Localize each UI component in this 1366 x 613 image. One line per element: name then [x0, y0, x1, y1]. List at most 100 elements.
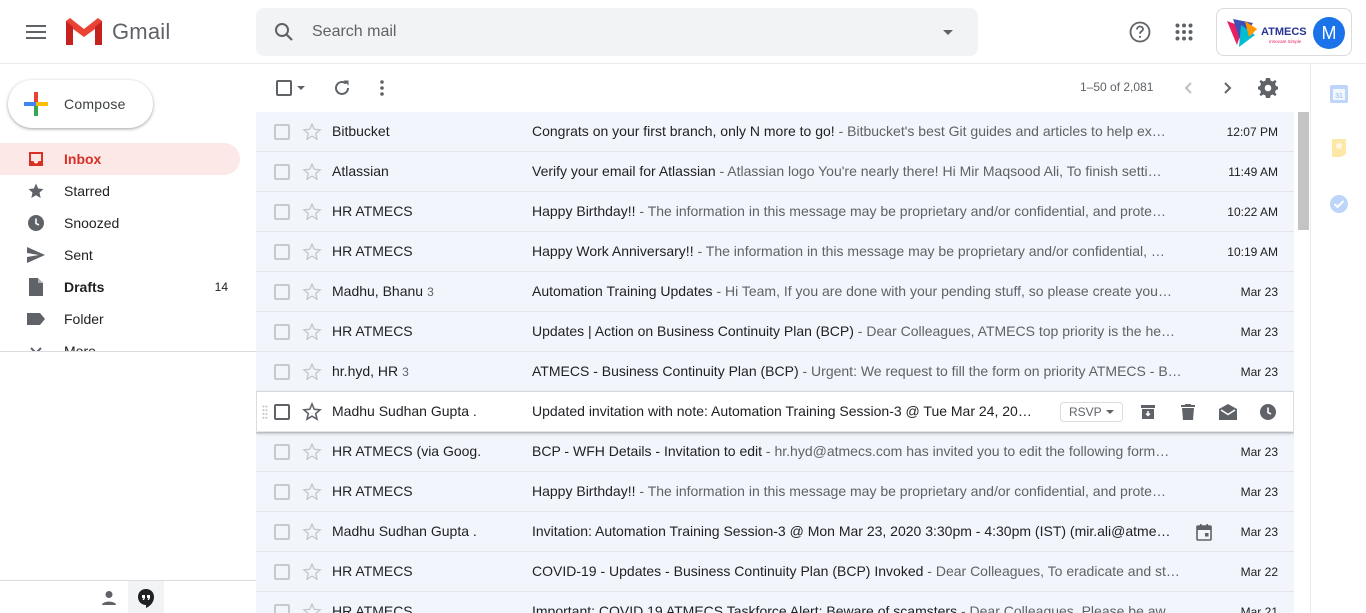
select-menu-button[interactable]: [294, 76, 308, 100]
rsvp-label: RSVP: [1069, 405, 1102, 419]
row-checkbox[interactable]: [274, 324, 290, 340]
email-date: 12:07 PM: [1226, 125, 1278, 139]
sender-name: Madhu, Bhanu 3: [332, 283, 522, 299]
email-subject: COVID-19 - Updates - Business Continuity…: [532, 563, 1183, 579]
more-vertical-icon: [380, 80, 384, 96]
table-row[interactable]: Madhu Sudhan Gupta . Updated invitation …: [256, 392, 1294, 432]
sidebar-item-inbox[interactable]: Inbox: [0, 143, 240, 175]
sidebar-item-label: More: [64, 343, 96, 351]
account-switcher[interactable]: ATMECS Innovate Simple M: [1216, 8, 1352, 56]
row-checkbox[interactable]: [274, 364, 290, 380]
archive-button[interactable]: [1138, 402, 1158, 422]
snippet-text: - Atlassian logo You're nearly there! Hi…: [715, 163, 1162, 179]
star-icon[interactable]: [302, 242, 322, 262]
more-actions-button[interactable]: [370, 76, 394, 100]
star-icon[interactable]: [302, 442, 322, 462]
row-checkbox[interactable]: [274, 524, 290, 540]
star-icon[interactable]: [302, 482, 322, 502]
row-checkbox[interactable]: [274, 564, 290, 580]
hangouts-tab[interactable]: [128, 581, 164, 613]
row-checkbox[interactable]: [274, 244, 290, 260]
main-menu-button[interactable]: [20, 16, 52, 48]
table-row[interactable]: HR ATMECS Happy Birthday!! - The informa…: [256, 192, 1294, 232]
search-input[interactable]: [312, 20, 912, 44]
sidebar-item-more[interactable]: More: [0, 335, 240, 351]
gmail-logo[interactable]: Gmail: [64, 16, 170, 48]
sidebar-divider: [0, 351, 256, 352]
sender-text: HR ATMECS: [332, 323, 413, 339]
table-row[interactable]: hr.hyd, HR 3 ATMECS - Business Continuity…: [256, 352, 1294, 392]
row-checkbox[interactable]: [274, 204, 290, 220]
sidebar-item-snoozed[interactable]: Snoozed: [0, 207, 240, 239]
email-subject: Verify your email for Atlassian - Atlass…: [532, 163, 1183, 179]
search-bar[interactable]: [256, 8, 978, 56]
sidebar-item-label: Starred: [64, 183, 110, 199]
email-date: Mar 21: [1240, 605, 1278, 613]
email-subject: Important: COVID 19 ATMECS Taskforce Ale…: [532, 603, 1183, 613]
sidebar-item-folder[interactable]: Folder: [0, 303, 240, 335]
star-icon[interactable]: [302, 562, 322, 582]
table-row[interactable]: Bitbucket Congrats on your first branch,…: [256, 112, 1294, 152]
mark-read-button[interactable]: [1218, 402, 1238, 422]
email-date: Mar 23: [1240, 445, 1278, 459]
sidebar-item-drafts[interactable]: Drafts 14: [0, 271, 240, 303]
snippet-text: - Urgent: We request to fill the form on…: [798, 363, 1182, 379]
star-icon[interactable]: [302, 602, 322, 613]
star-icon[interactable]: [302, 122, 322, 142]
table-row[interactable]: HR ATMECS Updates | Action on Business C…: [256, 312, 1294, 352]
table-row[interactable]: Madhu Sudhan Gupta . Invitation: Automat…: [256, 512, 1294, 552]
person-icon: [102, 591, 116, 605]
sidebar-item-sent[interactable]: Sent: [0, 239, 240, 271]
older-button[interactable]: [1216, 76, 1240, 100]
newer-button[interactable]: [1176, 76, 1200, 100]
table-row[interactable]: HR ATMECS Important: COVID 19 ATMECS Tas…: [256, 592, 1294, 613]
rsvp-button[interactable]: RSVP: [1060, 402, 1123, 422]
star-icon[interactable]: [302, 402, 322, 422]
keep-app-icon[interactable]: [1329, 138, 1349, 158]
drag-handle-icon[interactable]: [262, 405, 268, 419]
star-icon[interactable]: [302, 162, 322, 182]
sidebar-item-starred[interactable]: Starred: [0, 175, 240, 207]
star-icon[interactable]: [302, 522, 322, 542]
caret-down-icon: [943, 29, 953, 35]
row-checkbox[interactable]: [274, 444, 290, 460]
calendar-app-icon[interactable]: 31: [1329, 84, 1349, 104]
table-row[interactable]: HR ATMECS Happy Birthday!! - The informa…: [256, 472, 1294, 512]
row-checkbox[interactable]: [274, 604, 290, 613]
row-checkbox[interactable]: [274, 124, 290, 140]
table-row[interactable]: HR ATMECS Happy Work Anniversary!! - The…: [256, 232, 1294, 272]
table-row[interactable]: Madhu, Bhanu 3 Automation Training Update…: [256, 272, 1294, 312]
star-icon[interactable]: [302, 202, 322, 222]
table-row[interactable]: HR ATMECS COVID-19 - Updates - Business …: [256, 552, 1294, 592]
delete-button[interactable]: [1178, 402, 1198, 422]
side-panel: 31: [1310, 64, 1366, 613]
refresh-button[interactable]: [330, 76, 354, 100]
top-bar: Gmail ATMECS Innovate Simple M: [0, 0, 1366, 64]
scrollbar-thumb[interactable]: [1298, 112, 1309, 230]
compose-button[interactable]: Compose: [8, 80, 153, 128]
tasks-app-icon[interactable]: [1329, 194, 1349, 214]
apps-button[interactable]: [1168, 16, 1200, 48]
table-row[interactable]: HR ATMECS (via Goog. BCP - WFH Details -…: [256, 432, 1294, 472]
star-icon[interactable]: [302, 282, 322, 302]
email-subject: Invitation: Automation Training Session-…: [532, 523, 1182, 539]
contacts-button[interactable]: [98, 587, 120, 609]
sender-name: HR ATMECS: [332, 203, 522, 219]
settings-button[interactable]: [1256, 76, 1280, 100]
support-button[interactable]: [1124, 16, 1156, 48]
star-icon[interactable]: [302, 362, 322, 382]
star-icon[interactable]: [302, 322, 322, 342]
subject-text: Important: COVID 19 ATMECS Taskforce Ale…: [532, 603, 958, 613]
snooze-button[interactable]: [1258, 402, 1278, 422]
snippet-text: - The information in this message may be…: [693, 243, 1165, 259]
search-options-button[interactable]: [936, 20, 960, 44]
search-icon[interactable]: [272, 20, 296, 44]
table-row[interactable]: Atlassian Verify your email for Atlassia…: [256, 152, 1294, 192]
row-checkbox[interactable]: [274, 164, 290, 180]
avatar[interactable]: M: [1313, 17, 1345, 49]
row-checkbox[interactable]: [274, 404, 290, 420]
sender-name: HR ATMECS: [332, 483, 522, 499]
select-all-checkbox[interactable]: [272, 76, 296, 100]
row-checkbox[interactable]: [274, 484, 290, 500]
row-checkbox[interactable]: [274, 284, 290, 300]
